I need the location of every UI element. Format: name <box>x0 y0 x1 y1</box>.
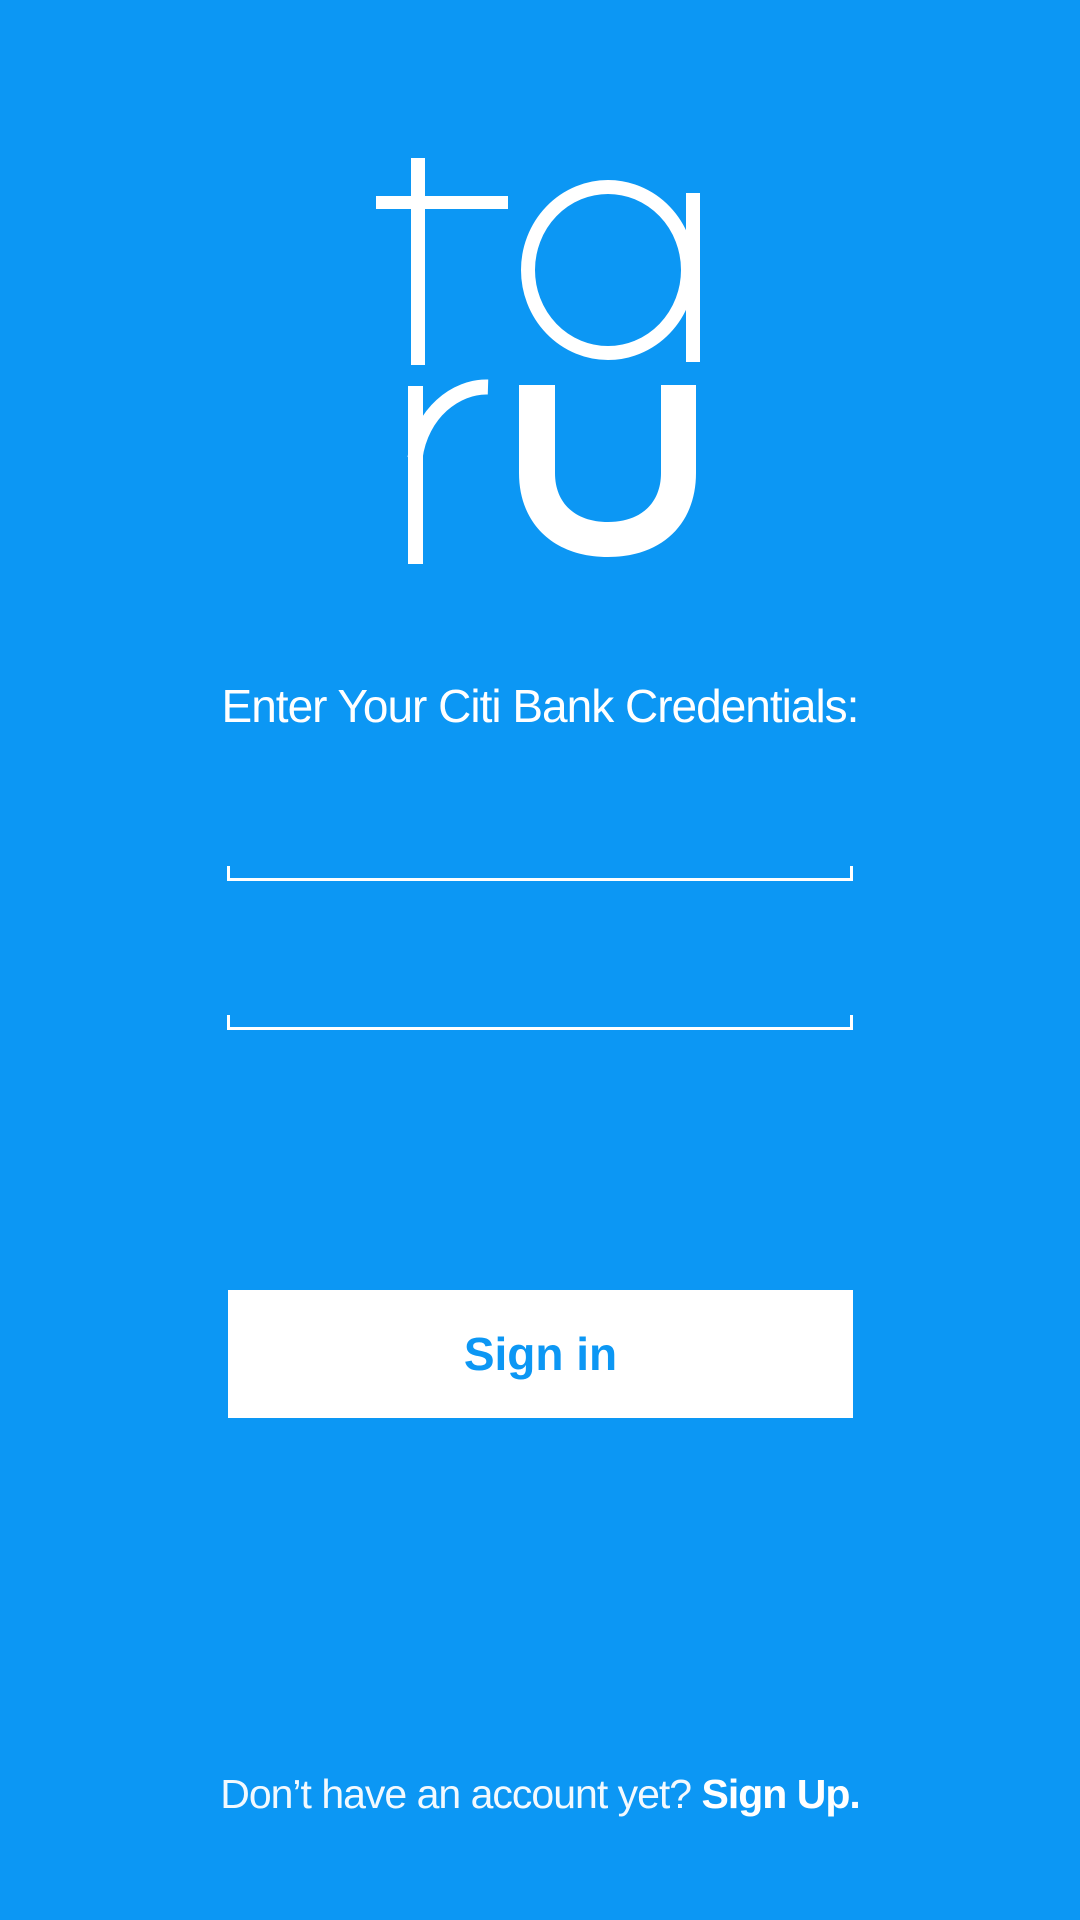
password-underline <box>227 1015 853 1030</box>
taru-logo <box>376 158 700 564</box>
password-field[interactable] <box>227 950 853 1010</box>
sign-in-button[interactable]: Sign in <box>228 1290 853 1418</box>
signup-prompt: Don’t have an account yet? Sign Up. <box>0 1764 1080 1824</box>
signup-lead-text: Don’t have an account yet? <box>220 1771 702 1817</box>
sign-up-link[interactable]: Sign Up. <box>702 1771 861 1817</box>
username-underline <box>227 866 853 881</box>
username-field[interactable] <box>227 800 853 860</box>
credentials-prompt: Enter Your Citi Bank Credentials: <box>221 680 860 732</box>
